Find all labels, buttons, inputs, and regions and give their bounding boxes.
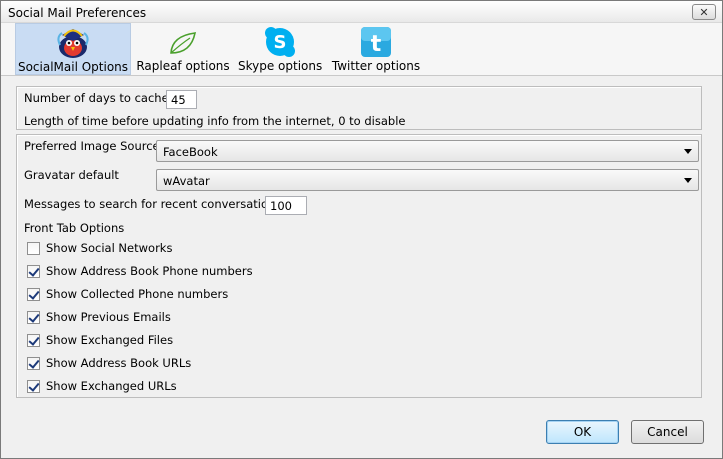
- preferences-dialog: Social Mail Preferences ✕ SocialMail Opt…: [0, 0, 723, 459]
- tab-skype-options[interactable]: S Skype options: [238, 23, 322, 75]
- checkbox-show-exchanged-files[interactable]: Show Exchanged Files: [27, 332, 173, 348]
- close-icon: ✕: [699, 5, 709, 19]
- tab-socialmail-options[interactable]: SocialMail Options: [15, 23, 131, 75]
- messages-search-label: Messages to search for recent conversati…: [24, 197, 282, 211]
- image-source-select[interactable]: FaceBook: [156, 140, 699, 162]
- checkbox-box[interactable]: [27, 333, 40, 347]
- title-bar[interactable]: Social Mail Preferences ✕: [1, 1, 722, 23]
- chevron-down-icon: [684, 178, 692, 183]
- options-toolbar: SocialMail Options Rapleaf options S Sky…: [1, 23, 722, 76]
- socialmail-icon: [57, 29, 89, 58]
- checkbox-label: Show Social Networks: [46, 241, 173, 255]
- checkbox-show-collected-phone[interactable]: Show Collected Phone numbers: [27, 286, 228, 302]
- window-title: Social Mail Preferences: [8, 6, 147, 20]
- gravatar-value: wAvatar: [163, 174, 210, 188]
- cancel-button[interactable]: Cancel: [631, 420, 704, 444]
- checkbox-box[interactable]: [27, 379, 40, 393]
- tab-label: Skype options: [238, 59, 323, 73]
- tab-label: SocialMail Options: [17, 60, 129, 74]
- checkbox-label: Show Address Book Phone numbers: [46, 264, 253, 278]
- checkbox-label: Show Address Book URLs: [46, 356, 192, 370]
- checkbox-label: Show Exchanged Files: [46, 333, 174, 347]
- checkbox-label: Show Exchanged URLs: [46, 379, 177, 393]
- checkbox-label: Show Previous Emails: [46, 310, 171, 324]
- checkbox-show-address-book-urls[interactable]: Show Address Book URLs: [27, 355, 191, 371]
- gravatar-label: Gravatar default: [24, 168, 119, 182]
- checkbox-box[interactable]: [27, 241, 40, 255]
- checkbox-label: Show Collected Phone numbers: [46, 287, 229, 301]
- tab-label: Rapleaf options: [136, 59, 230, 73]
- image-source-label: Preferred Image Source: [24, 139, 160, 153]
- checkbox-box[interactable]: [27, 356, 40, 370]
- cache-description: Length of time before updating info from…: [24, 114, 406, 128]
- gravatar-select[interactable]: wAvatar: [156, 169, 699, 191]
- days-to-cache-input[interactable]: [166, 90, 197, 109]
- ok-button[interactable]: OK: [546, 420, 619, 444]
- chevron-down-icon: [684, 149, 692, 154]
- cache-group: Number of days to cache Length of time b…: [16, 86, 702, 130]
- messages-search-input[interactable]: [265, 196, 307, 215]
- tab-twitter-options[interactable]: t Twitter options: [331, 23, 421, 75]
- checkbox-show-social-networks[interactable]: Show Social Networks: [27, 240, 172, 256]
- tab-rapleaf-options[interactable]: Rapleaf options: [136, 23, 230, 75]
- close-button[interactable]: ✕: [692, 4, 716, 20]
- days-to-cache-label: Number of days to cache: [24, 91, 169, 105]
- checkbox-box[interactable]: [27, 264, 40, 278]
- front-tab-heading: Front Tab Options: [24, 221, 125, 235]
- image-source-value: FaceBook: [163, 145, 218, 159]
- checkbox-box[interactable]: [27, 287, 40, 301]
- svg-text:t: t: [371, 32, 382, 57]
- tab-label: Twitter options: [331, 59, 421, 73]
- checkbox-show-exchanged-urls[interactable]: Show Exchanged URLs: [27, 378, 177, 394]
- svg-text:S: S: [274, 32, 287, 53]
- rapleaf-leaf-icon: [170, 32, 197, 54]
- checkbox-show-previous-emails[interactable]: Show Previous Emails: [27, 309, 171, 325]
- skype-icon: S: [265, 27, 295, 57]
- checkbox-box[interactable]: [27, 310, 40, 324]
- twitter-icon: t: [361, 27, 391, 57]
- checkbox-show-address-book-phone[interactable]: Show Address Book Phone numbers: [27, 263, 253, 279]
